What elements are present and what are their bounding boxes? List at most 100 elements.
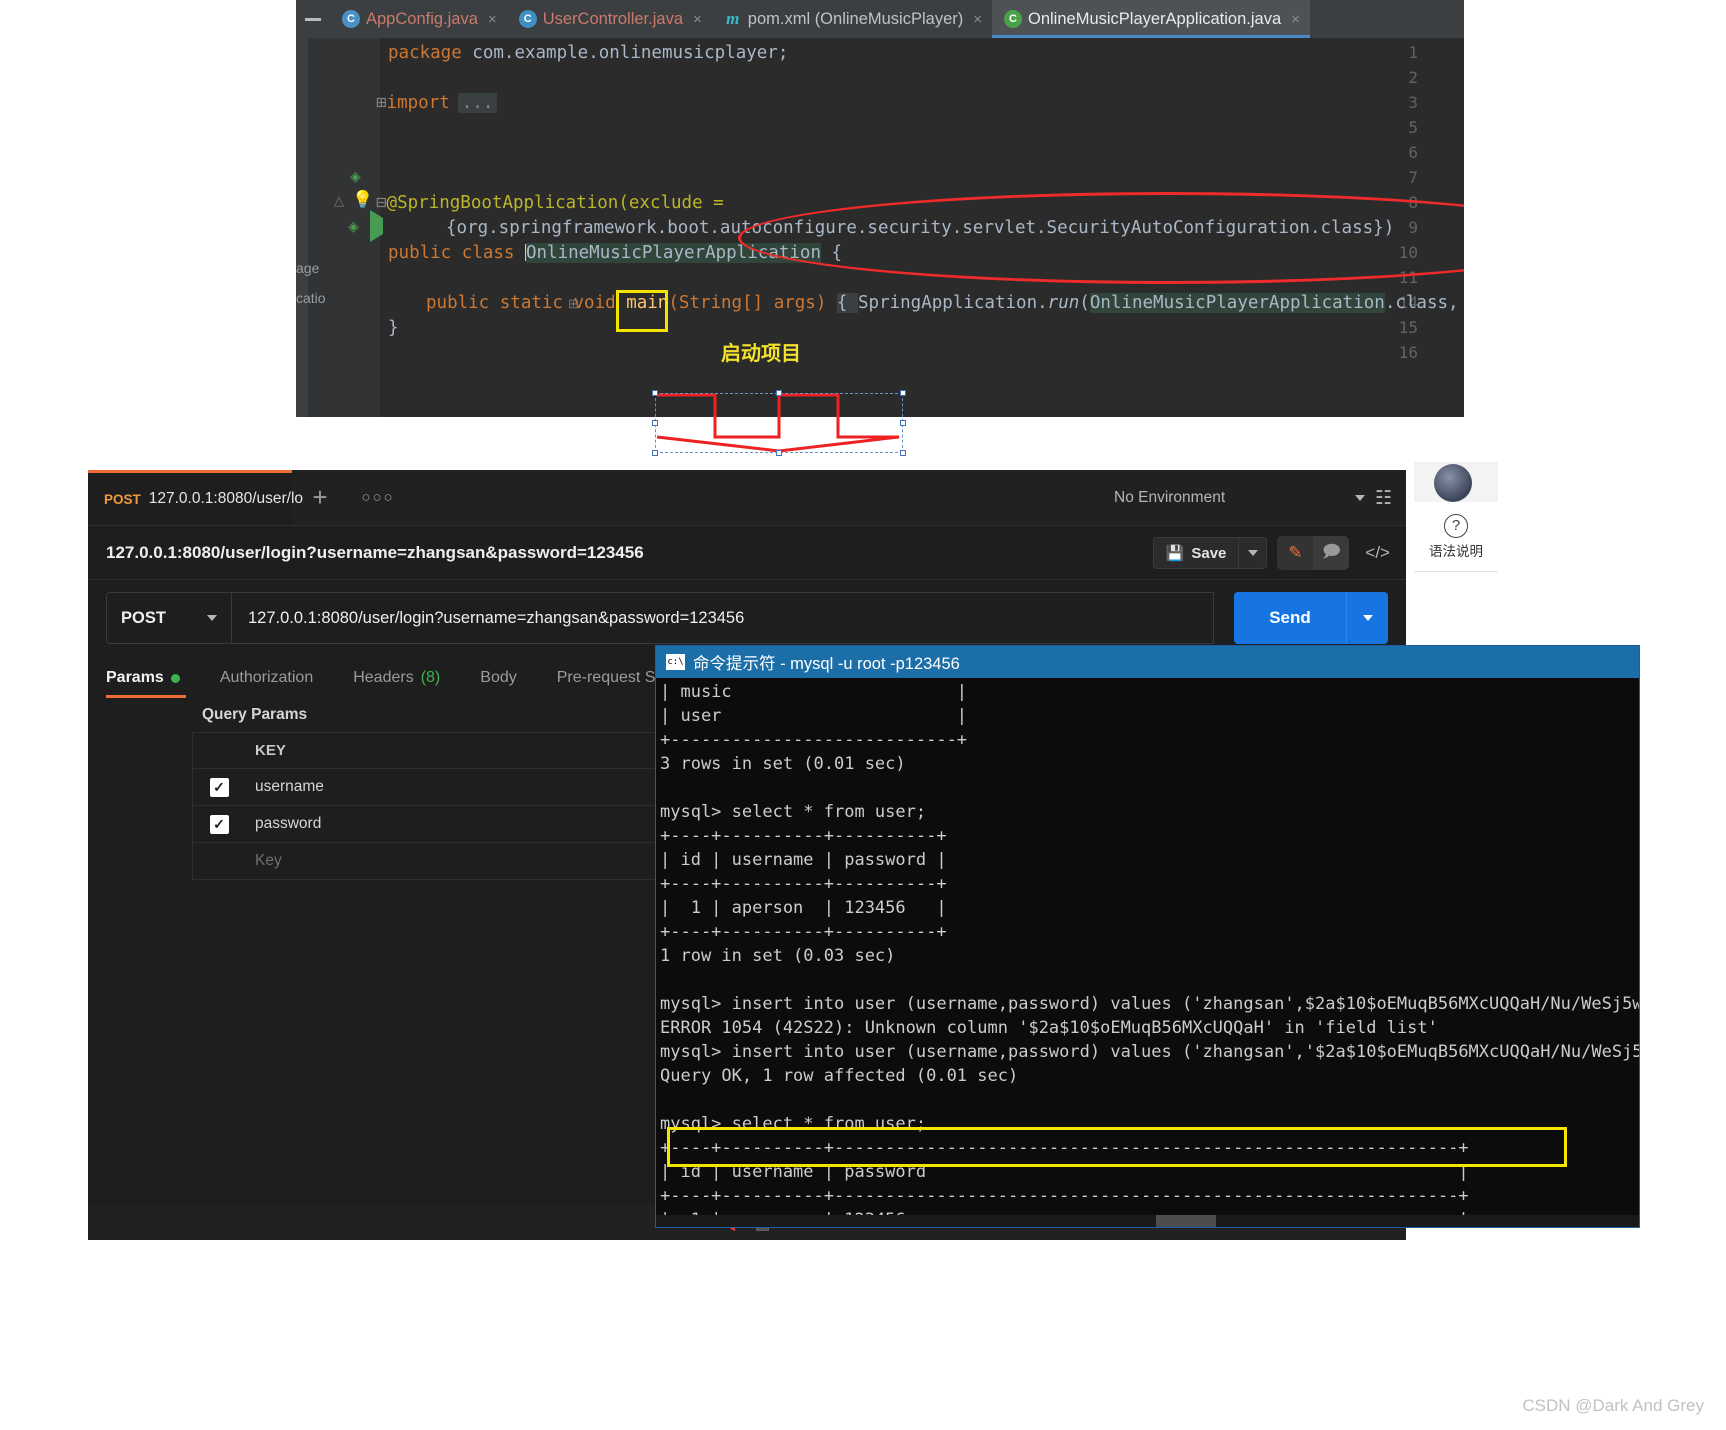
send-button[interactable]: Send	[1234, 592, 1346, 644]
shape-handle[interactable]	[652, 450, 658, 456]
editor-tab-onlinemusicplayerapplication[interactable]: C OnlineMusicPlayerApplication.java ×	[992, 0, 1310, 38]
row-checkbox-cell: ✓	[193, 777, 245, 797]
spring-bean-icon[interactable]: ◈	[350, 168, 361, 185]
editor-tab-label: pom.xml (OnlineMusicPlayer)	[747, 9, 964, 28]
annotation-yellow-run-box	[616, 290, 668, 332]
http-method-value: POST	[121, 608, 166, 627]
line-number: 6	[1408, 143, 1418, 162]
editor-tab-label: UserController.java	[542, 9, 683, 28]
checkbox-checked-icon[interactable]: ✓	[209, 777, 229, 797]
lightbulb-icon[interactable]: 💡	[352, 190, 373, 210]
chevron-down-icon	[1362, 615, 1373, 621]
floppy-disk-icon: 💾	[1165, 545, 1185, 562]
comment-icon[interactable]: 🗩	[1313, 536, 1350, 570]
http-method-select[interactable]: POST	[106, 592, 232, 644]
horizontal-scrollbar[interactable]	[656, 1215, 1639, 1227]
postman-request-tab[interactable]: POST 127.0.0.1:8080/user/lo	[88, 470, 303, 525]
shape-handle[interactable]	[776, 390, 782, 396]
shape-handle[interactable]	[776, 450, 782, 456]
code-annotation: @SpringBootApplication(exclude =	[386, 193, 724, 213]
tab-label: Authorization	[219, 669, 314, 686]
code-text: .class,	[1384, 293, 1459, 313]
editor-tab-appconfig[interactable]: C AppConfig.java ×	[330, 0, 507, 38]
save-label: Save	[1191, 544, 1227, 562]
params-present-dot-icon	[170, 673, 180, 683]
code-text: run	[1047, 293, 1080, 313]
editor-tab-usercontroller[interactable]: C UserController.java ×	[507, 0, 712, 38]
tab-params[interactable]: Params	[106, 658, 200, 698]
code-text: (String[] args)	[668, 293, 837, 313]
help-panel-item[interactable]: ? 语法说明	[1414, 502, 1498, 572]
tab-count: (8)	[420, 669, 441, 686]
close-icon[interactable]: ×	[488, 11, 497, 28]
minimize-button[interactable]	[296, 0, 330, 38]
environment-selector[interactable]: No Environment	[1114, 489, 1365, 507]
red-down-arrow-shape[interactable]	[652, 390, 906, 456]
chevron-down-icon	[1354, 495, 1365, 501]
close-icon[interactable]: ×	[1291, 11, 1300, 28]
side-label-0: age	[296, 260, 320, 276]
fold-icon[interactable]: ⊞	[376, 93, 387, 113]
tab-headers[interactable]: Headers (8)	[333, 658, 460, 698]
shape-handle[interactable]	[900, 420, 906, 426]
request-url-row: POST 127.0.0.1:8080/user/login?username=…	[106, 592, 1388, 644]
tab-authorization[interactable]: Authorization	[200, 658, 333, 698]
spring-run-icon[interactable]: ◈	[348, 218, 359, 235]
view-mode-toggle: ✎ 🗩	[1277, 536, 1350, 570]
close-icon[interactable]: ×	[973, 11, 982, 28]
avatar[interactable]	[1434, 464, 1472, 502]
shape-handle[interactable]	[900, 450, 906, 456]
chevron-down-icon	[1247, 550, 1258, 556]
send-dropdown-button[interactable]	[1346, 592, 1388, 644]
code-collapsed-imports[interactable]: ...	[457, 93, 498, 113]
url-input-value: 127.0.0.1:8080/user/login?username=zhang…	[248, 608, 745, 627]
fold-plus-icon[interactable]: ⊞	[568, 296, 579, 312]
annotation-yellow-sql-row-box	[667, 1127, 1567, 1167]
scrollbar-thumb[interactable]	[1156, 1215, 1216, 1227]
save-button[interactable]: 💾 Save	[1152, 537, 1240, 569]
editor-tab-label: AppConfig.java	[366, 9, 478, 28]
tab-label: Headers	[353, 669, 414, 686]
tab-label: Body	[480, 669, 517, 686]
ide-window: C AppConfig.java × C UserController.java…	[296, 0, 1464, 417]
close-icon[interactable]: ×	[693, 11, 702, 28]
row-checkbox-cell: ✓	[193, 814, 245, 834]
java-class-icon: C	[518, 10, 537, 28]
line-number: 7	[1408, 168, 1418, 187]
request-title: 127.0.0.1:8080/user/login?username=zhang…	[106, 542, 644, 562]
line-number: 2	[1408, 68, 1418, 87]
annotation-red-ellipse	[738, 192, 1464, 284]
maven-icon: m	[726, 9, 740, 28]
ellipsis-icon[interactable]: ○○○	[348, 470, 408, 525]
tab-body[interactable]: Body	[460, 658, 536, 698]
checkbox-checked-icon[interactable]: ✓	[209, 814, 229, 834]
url-input[interactable]: 127.0.0.1:8080/user/login?username=zhang…	[232, 592, 1214, 644]
shape-handle[interactable]	[652, 420, 658, 426]
command-prompt-title: 命令提示符 - mysql -u root -p123456	[693, 655, 960, 673]
run-green-triangle-icon[interactable]	[370, 210, 383, 242]
question-circle-icon: ?	[1444, 513, 1468, 538]
save-dropdown-button[interactable]	[1239, 537, 1268, 569]
line-number: 15	[1398, 318, 1418, 337]
shape-handle[interactable]	[900, 390, 906, 396]
fold-icon[interactable]: ⊟	[376, 193, 387, 213]
side-label-1: catio	[296, 290, 326, 306]
ide-left-strip	[296, 38, 308, 417]
environment-selected-label: No Environment	[1114, 489, 1226, 506]
code-line-1: package com.example.onlinemusicplayer;	[388, 43, 788, 63]
editor-tab-pomxml[interactable]: m pom.xml (OnlineMusicPlayer) ×	[712, 0, 992, 38]
code-text: com.example.onlinemusicplayer;	[461, 43, 789, 63]
code-line-15: }	[388, 318, 399, 338]
pencil-icon[interactable]: ✎	[1277, 536, 1314, 570]
shape-handle[interactable]	[652, 390, 658, 396]
command-prompt-titlebar[interactable]: c:\ 命令提示符 - mysql -u root -p123456	[656, 646, 1639, 678]
code-brackets-icon[interactable]: </>	[1359, 543, 1396, 563]
code-line-3: ⊞import...	[376, 93, 498, 113]
environment-quick-look-icon[interactable]: ☷	[1375, 487, 1392, 510]
annotation-start-project-label: 启动项目	[721, 341, 801, 365]
fold-marker-icon[interactable]: △	[334, 193, 344, 209]
help-panel-label: 语法说明	[1429, 543, 1483, 560]
shape-selection-outline	[655, 393, 903, 453]
code-text: }	[388, 318, 399, 338]
background-browser-strip	[1474, 462, 1726, 572]
